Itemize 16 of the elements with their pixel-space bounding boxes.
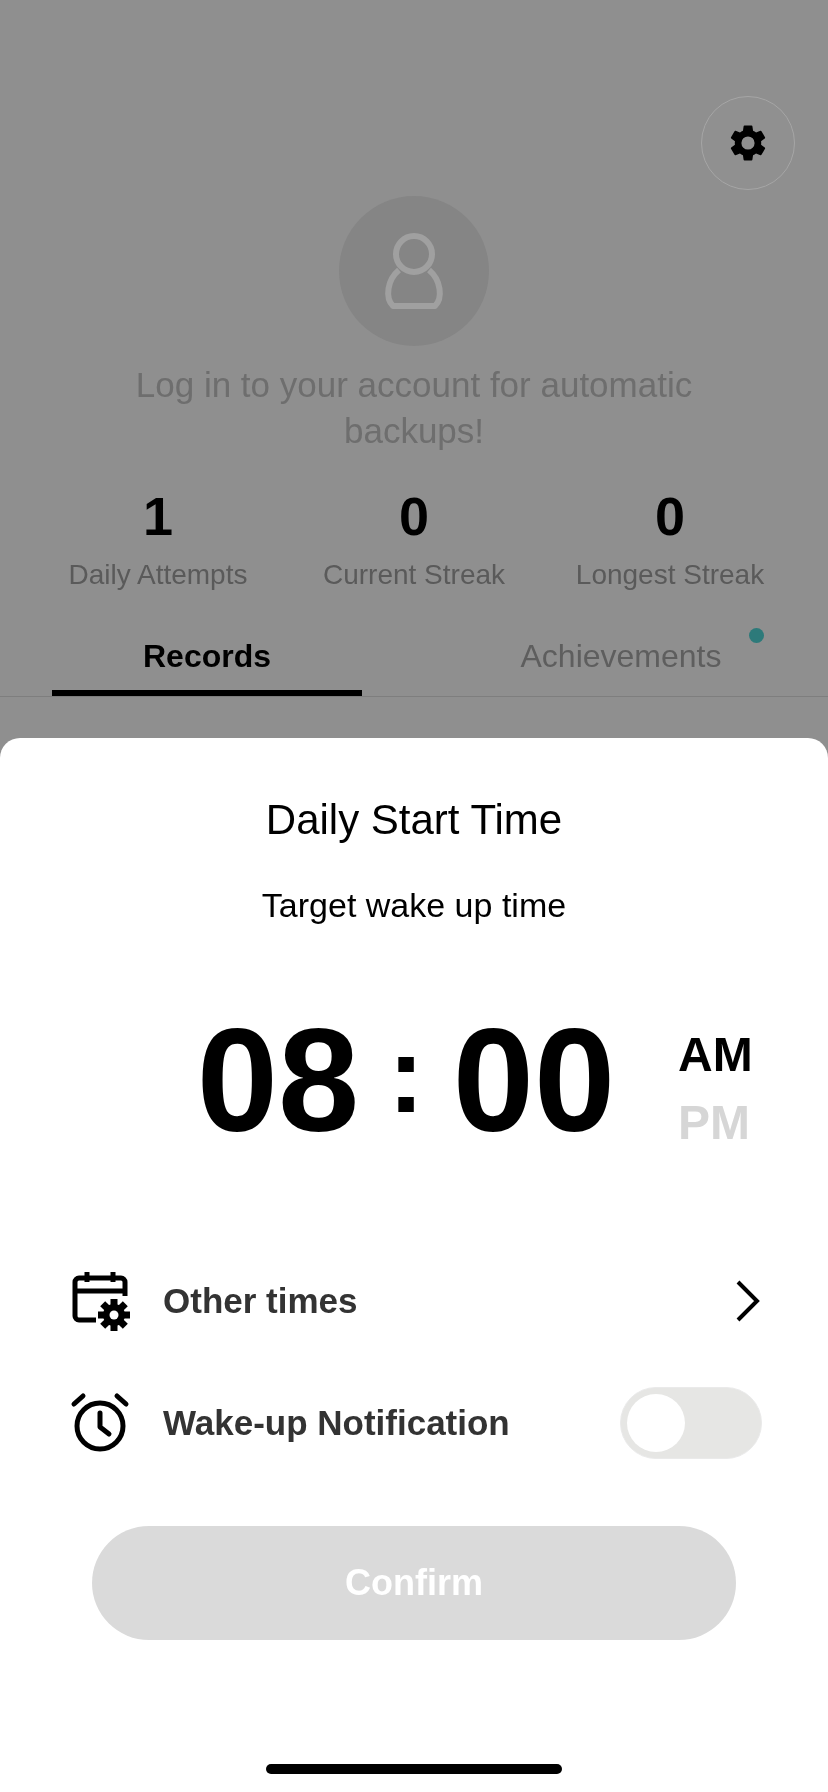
sheet-subtitle: Target wake up time <box>261 885 567 926</box>
minute-value[interactable]: 00 <box>446 1006 622 1156</box>
option-label: Wake-up Notification <box>163 1403 511 1443</box>
stat-value: 1 <box>142 485 173 548</box>
option-label[interactable]: Other times <box>163 1281 734 1321</box>
time-separator: : <box>386 1011 426 1137</box>
stat-value: 0 <box>398 485 429 548</box>
calendar-settings-icon <box>70 1270 132 1332</box>
stat-value: 0 <box>654 485 685 548</box>
home-indicator[interactable] <box>266 1764 562 1774</box>
hour-value[interactable]: 08 <box>190 1006 366 1156</box>
chevron-right-icon[interactable] <box>734 1279 762 1323</box>
tab[interactable]: Records <box>52 622 362 696</box>
sheet-title: Daily Start Time <box>265 795 563 845</box>
alarm-clock-icon <box>70 1392 130 1454</box>
period-option[interactable]: AM <box>678 1028 753 1082</box>
